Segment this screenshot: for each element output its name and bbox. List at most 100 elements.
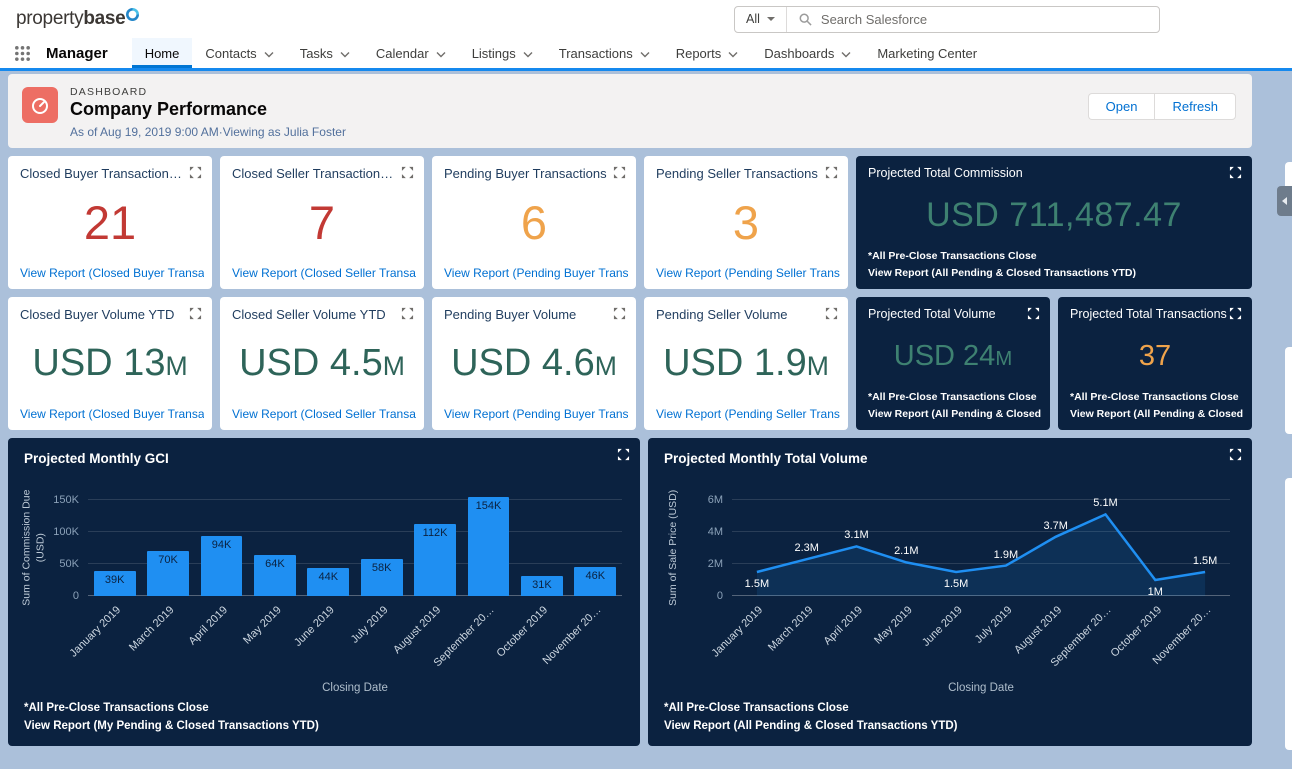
metric-value: 7 [309,195,335,250]
expand-icon[interactable] [189,166,202,179]
search-scope-selector[interactable]: All [735,7,787,32]
metric-number: 7 [309,196,335,249]
expand-icon[interactable] [1229,448,1242,461]
bar-january-2019[interactable]: 39K [94,571,136,596]
view-report-link[interactable]: View Report (Closed Seller Transaction… [232,407,416,421]
bar-september-20[interactable]: 154K [468,497,510,596]
x-tick-label: July 2019 [973,604,1015,646]
expand-icon[interactable] [401,166,414,179]
view-report-link[interactable]: View Report (All Pending & Closed Transa… [868,406,1044,422]
x-tick-label: October 2019 [1108,604,1164,660]
tab-label: Home [145,46,180,61]
logo-text-bold: base [83,8,125,29]
metric-unit: M [595,351,617,381]
card-title: Pending Seller Transactions [656,166,836,181]
refresh-button[interactable]: Refresh [1154,93,1236,120]
metric-value: USD 711,487.47 [926,196,1182,235]
expand-icon[interactable] [825,166,838,179]
tab-tasks[interactable]: Tasks [287,38,363,68]
metric-value-wrap: USD 4.6M [442,327,626,400]
chart-card-projected-monthly-total-volume: Projected Monthly Total Volume Sum of Sa… [648,438,1252,746]
expand-icon[interactable] [1229,166,1242,179]
sidebar-toggle-handle[interactable] [1277,186,1292,216]
bar-may-2019[interactable]: 64K [254,555,296,596]
bar-value-label: 70K [147,554,189,566]
view-report-link[interactable]: View Report (All Pending & Closed Transa… [1070,406,1246,422]
bar-august-2019[interactable]: 112K [414,524,456,596]
bar-october-2019[interactable]: 31K [521,576,563,596]
metric-card-closed-seller-volume-ytd: Closed Seller Volume YTDUSD 4.5MView Rep… [220,297,424,430]
expand-icon[interactable] [189,307,202,320]
view-report-link[interactable]: View Report (All Pending & Closed Transa… [664,718,958,736]
metric-value: USD 4.6M [451,342,617,385]
chart-title: Projected Monthly GCI [24,451,169,466]
view-report-link[interactable]: View Report (All Pending & Closed Transa… [868,265,1246,281]
bar-april-2019[interactable]: 94K [201,536,243,596]
view-report-link[interactable]: View Report (Closed Buyer Transaction… [20,266,204,280]
point-value-label: 2.1M [894,545,918,557]
tab-listings[interactable]: Listings [459,38,546,68]
card-title: Pending Seller Volume [656,307,836,322]
card-footnote: *All Pre-Close Transactions Close [868,248,1246,264]
search-input[interactable]: Search Salesforce [787,12,1159,27]
bar-november-20[interactable]: 46K [574,567,616,596]
chart-card-projected-monthly-gci: Projected Monthly GCI Sum of Commission … [8,438,640,746]
metric-number: USD 711,487.47 [926,196,1182,234]
tab-dashboards[interactable]: Dashboards [751,38,864,68]
gridline [88,499,622,500]
metric-value: 37 [1139,340,1171,373]
view-report-link[interactable]: View Report (Closed Buyer Transaction… [20,407,204,421]
chevron-down-icon [264,46,274,61]
bar-june-2019[interactable]: 44K [307,568,349,596]
metric-card-closed-buyer-volume-ytd: Closed Buyer Volume YTDUSD 13MView Repor… [8,297,212,430]
view-report-link[interactable]: View Report (Pending Buyer Transacti… [444,407,628,421]
expand-icon[interactable] [825,307,838,320]
metric-number: USD 1.9 [663,342,807,384]
view-report-link[interactable]: View Report (Pending Seller Transactio… [656,266,840,280]
y-tick-label: 0 [717,590,723,602]
bar-value-label: 64K [254,558,296,570]
tab-label: Marketing Center [877,46,977,61]
tab-marketing-center[interactable]: Marketing Center [864,38,990,68]
view-report-link[interactable]: View Report (Closed Seller Transaction… [232,266,416,280]
tab-contacts[interactable]: Contacts [192,38,286,68]
point-value-label: 1.5M [745,578,769,590]
bar-value-label: 46K [574,570,616,582]
tab-reports[interactable]: Reports [663,38,752,68]
chart-footnote: *All Pre-Close Transactions Close [664,700,958,718]
expand-icon[interactable] [613,307,626,320]
expand-icon[interactable] [401,307,414,320]
tab-calendar[interactable]: Calendar [363,38,459,68]
x-tick-label: November 20… [541,604,604,667]
y-tick-label: 150K [53,494,79,506]
dashboard-header: DASHBOARD Company Performance As of Aug … [8,74,1252,148]
logo-text: propertybase [16,8,125,30]
card-footer: *All Pre-Close Transactions CloseView Re… [868,389,1044,422]
y-tick-label: 2M [708,558,723,570]
metric-card-projected-total-commission: Projected Total CommissionUSD 711,487.47… [856,156,1252,289]
tab-home[interactable]: Home [132,38,193,68]
view-report-link[interactable]: View Report (My Pending & Closed Transac… [24,718,319,736]
app-launcher-waffle-icon[interactable] [14,45,31,62]
metric-number: 3 [733,196,759,249]
expand-icon[interactable] [1027,307,1040,320]
expand-icon[interactable] [617,448,630,461]
chevron-down-icon [523,46,533,61]
metric-value-wrap: USD 13M [18,327,202,400]
x-tick-label: October 2019 [495,604,551,660]
view-report-link[interactable]: View Report (Pending Seller Transactio… [656,407,840,421]
chevron-down-icon [640,46,650,61]
tab-transactions[interactable]: Transactions [546,38,663,68]
view-report-link[interactable]: View Report (Pending Buyer Transacti… [444,266,628,280]
global-header: propertybase All Search Salesforce [0,0,1292,38]
open-button[interactable]: Open [1088,93,1155,120]
metric-value-wrap: USD 1.9M [654,327,838,400]
tab-label: Dashboards [764,46,834,61]
x-tick-label: January 2019 [710,604,766,660]
expand-icon[interactable] [613,166,626,179]
bar-march-2019[interactable]: 70K [147,551,189,596]
bar-july-2019[interactable]: 58K [361,559,403,596]
expand-icon[interactable] [1229,307,1242,320]
chevron-down-icon [841,46,851,61]
metric-value: USD 1.9M [663,342,829,385]
